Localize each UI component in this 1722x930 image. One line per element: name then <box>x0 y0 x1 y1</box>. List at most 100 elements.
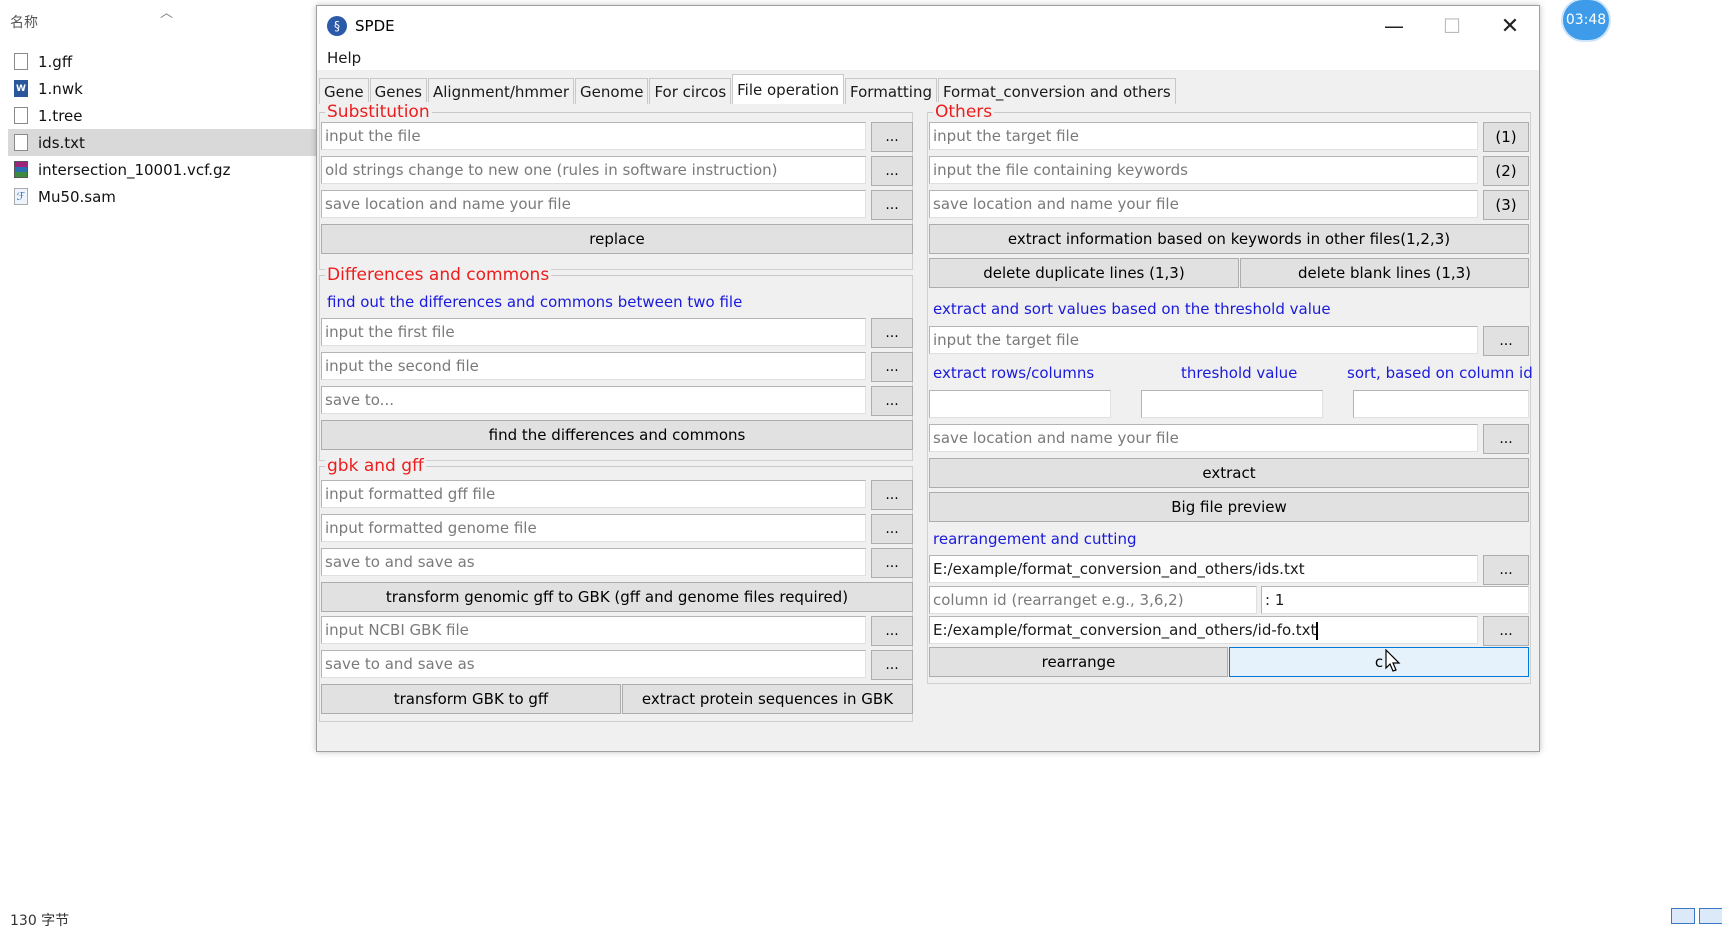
gbk-gff-file-input[interactable] <box>321 480 866 508</box>
name-column-header[interactable]: 名称 <box>10 12 38 32</box>
delete-blank-lines-button[interactable]: delete blank lines (1,3) <box>1240 258 1529 288</box>
doc-icon <box>14 53 28 70</box>
cut-button[interactable]: c <box>1229 647 1529 677</box>
rearrange-browse-2[interactable]: ... <box>1483 616 1529 646</box>
ncbi-gbk-file-input[interactable] <box>321 616 866 644</box>
tab-genome[interactable]: Genome <box>575 78 649 104</box>
column-id-field[interactable] <box>929 586 1257 614</box>
doc-icon <box>14 134 28 151</box>
tab-gene[interactable]: Gene <box>319 78 369 104</box>
file-row[interactable]: W 1.nwk <box>8 75 316 102</box>
recording-timer-badge[interactable]: 03:48 <box>1563 0 1609 40</box>
extract-button[interactable]: extract <box>929 458 1529 488</box>
differences-browse-3[interactable]: ... <box>871 386 913 416</box>
file-row[interactable]: ℱ Mu50.sam <box>8 183 316 210</box>
text-caret <box>1316 621 1319 640</box>
file-row-selected[interactable]: ids.txt <box>8 129 316 156</box>
mouse-pointer-icon <box>1385 649 1401 672</box>
tab-format-conversion[interactable]: Format_conversion and others <box>937 78 1176 104</box>
rearrange-browse-1[interactable]: ... <box>1483 555 1529 585</box>
tab-file-operation[interactable]: File operation <box>732 74 845 104</box>
transform-gbk-to-gff-button[interactable]: transform GBK to gff <box>321 684 621 714</box>
gbk-browse-1[interactable]: ... <box>871 480 913 510</box>
substitution-browse-2[interactable]: ... <box>871 156 913 186</box>
gbk-browse-3[interactable]: ... <box>871 548 913 578</box>
replace-button[interactable]: replace <box>321 224 913 254</box>
substitution-title: Substitution <box>325 102 432 122</box>
others-save-field[interactable] <box>929 190 1478 218</box>
others-button-3[interactable]: (3) <box>1483 190 1529 220</box>
tab-alignment-hmmer[interactable]: Alignment/hmmer <box>428 78 575 104</box>
threshold-value-input[interactable] <box>1141 390 1323 418</box>
substitution-input-file[interactable] <box>321 122 866 150</box>
gbk-browse-5[interactable]: ... <box>871 650 913 680</box>
file-row[interactable]: 1.tree <box>8 102 316 129</box>
differences-browse-2[interactable]: ... <box>871 352 913 382</box>
others-button-1[interactable]: (1) <box>1483 122 1529 152</box>
rearrange-button[interactable]: rearrange <box>929 647 1228 677</box>
big-file-preview-button[interactable]: Big file preview <box>929 492 1529 522</box>
gbk-save-field-2[interactable] <box>321 650 866 678</box>
differences-save-field[interactable] <box>321 386 866 414</box>
rearrange-input-file[interactable] <box>929 555 1478 583</box>
sort-column-label: sort, based on column id <box>1347 364 1533 382</box>
word-icon: W <box>14 80 28 97</box>
status-bar-size: 130 字节 <box>10 913 70 929</box>
rar-icon <box>14 161 28 178</box>
rows-columns-label: extract rows/columns <box>933 364 1095 382</box>
threshold-save-field[interactable] <box>929 424 1478 452</box>
extract-protein-button[interactable]: extract protein sequences in GBK <box>622 684 913 714</box>
threshold-section-title: extract and sort values based on the thr… <box>933 300 1331 318</box>
column-id-value[interactable] <box>1261 586 1529 614</box>
extract-info-keywords-button[interactable]: extract information based on keywords in… <box>929 224 1529 254</box>
transform-gff-to-gbk-button[interactable]: transform genomic gff to GBK (gff and ge… <box>321 582 913 612</box>
title-bar[interactable]: § SPDE — ☐ ✕ <box>317 6 1539 46</box>
file-name: 1.tree <box>38 106 83 125</box>
substitution-save-field[interactable] <box>321 190 866 218</box>
gbk-gff-title: gbk and gff <box>325 456 426 476</box>
delete-duplicate-lines-button[interactable]: delete duplicate lines (1,3) <box>929 258 1239 288</box>
others-keywords-file[interactable] <box>929 156 1478 184</box>
gbk-genome-file-input[interactable] <box>321 514 866 542</box>
window-title: SPDE <box>355 17 395 35</box>
rearrange-section-title: rearrangement and cutting <box>933 530 1137 548</box>
list-view-icon[interactable] <box>1699 908 1722 924</box>
menu-help[interactable]: Help <box>317 49 371 67</box>
rows-columns-input[interactable] <box>929 390 1111 418</box>
file-list: 1.gff W 1.nwk 1.tree ids.txt intersection… <box>8 48 316 210</box>
threshold-target-file[interactable] <box>929 326 1478 354</box>
spde-window: § SPDE — ☐ ✕ Help Gene Genes Alignment/h… <box>316 5 1540 752</box>
spde-app-icon: § <box>327 16 347 36</box>
gbk-browse-2[interactable]: ... <box>871 514 913 544</box>
doc-icon <box>14 107 28 124</box>
tab-formatting[interactable]: Formatting <box>845 78 937 104</box>
threshold-browse-1[interactable]: ... <box>1483 326 1529 356</box>
details-view-icon[interactable] <box>1671 908 1695 924</box>
sort-up-icon[interactable]: ︿ <box>160 2 173 21</box>
substitution-browse-1[interactable]: ... <box>871 122 913 152</box>
differences-description: find out the differences and commons bet… <box>327 293 743 311</box>
minimize-icon[interactable]: — <box>1365 6 1423 46</box>
tab-for-circos[interactable]: For circos <box>649 78 732 104</box>
file-name: intersection_10001.vcf.gz <box>38 160 231 179</box>
differences-first-file[interactable] <box>321 318 866 346</box>
rearrange-output-file[interactable]: E:/example/format_conversion_and_others/… <box>929 616 1478 644</box>
find-differences-button[interactable]: find the differences and commons <box>321 420 913 450</box>
differences-second-file[interactable] <box>321 352 866 380</box>
sort-column-input[interactable] <box>1353 390 1529 418</box>
substitution-old-new-field[interactable] <box>321 156 866 184</box>
tab-genes[interactable]: Genes <box>369 78 427 104</box>
substitution-browse-3[interactable]: ... <box>871 190 913 220</box>
others-target-file[interactable] <box>929 122 1478 150</box>
others-button-2[interactable]: (2) <box>1483 156 1529 186</box>
threshold-browse-2[interactable]: ... <box>1483 424 1529 454</box>
gbk-browse-4[interactable]: ... <box>871 616 913 646</box>
file-row[interactable]: 1.gff <box>8 48 316 75</box>
threshold-value-label: threshold value <box>1181 364 1298 382</box>
maximize-icon[interactable]: ☐ <box>1423 6 1481 46</box>
gbk-save-field-1[interactable] <box>321 548 866 576</box>
differences-browse-1[interactable]: ... <box>871 318 913 348</box>
file-row[interactable]: intersection_10001.vcf.gz <box>8 156 316 183</box>
file-name: ids.txt <box>38 133 85 152</box>
close-icon[interactable]: ✕ <box>1481 6 1539 46</box>
